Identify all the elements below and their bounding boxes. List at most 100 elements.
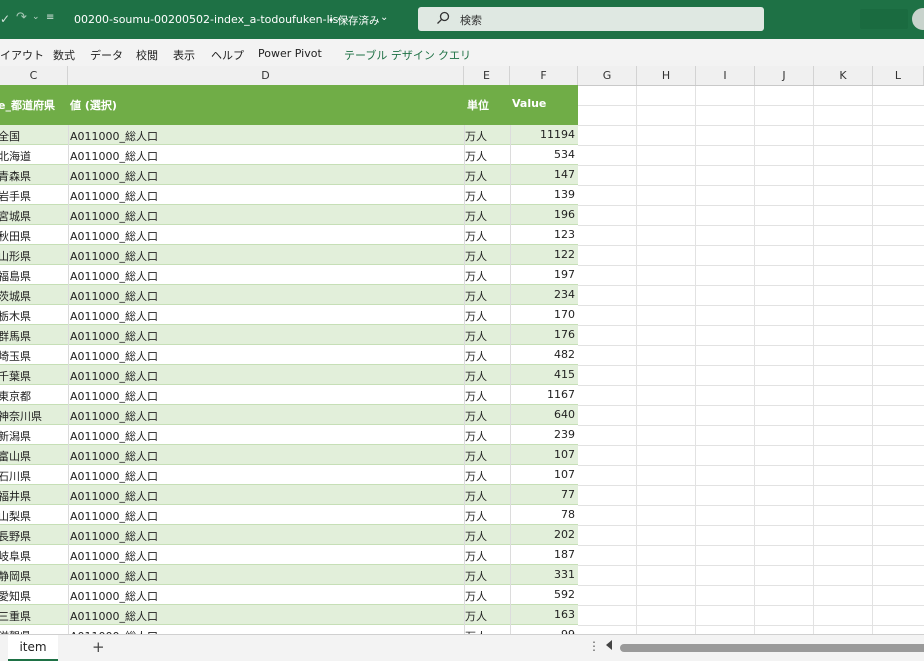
cell-prefecture[interactable]: 全国 [0, 128, 20, 144]
redo-icon[interactable]: ↷ [16, 10, 27, 25]
column-header-l[interactable]: L [873, 66, 924, 85]
cell-value-code[interactable]: A011000_総人口 [70, 528, 158, 544]
cell-prefecture[interactable]: 富山県 [0, 448, 31, 464]
tab-power-pivot[interactable]: Power Pivot [258, 47, 322, 60]
cell-unit[interactable]: 万人 [465, 188, 487, 204]
cell-value[interactable]: 640 [554, 408, 575, 421]
cell-value[interactable]: 147 [554, 168, 575, 181]
cell-value-code[interactable]: A011000_総人口 [70, 188, 158, 204]
table-row[interactable]: 長野県 A011000_総人口 万人 202 [0, 525, 578, 545]
table-row[interactable]: 新潟県 A011000_総人口 万人 239 [0, 425, 578, 445]
cell-prefecture[interactable]: 新潟県 [0, 428, 31, 444]
cell-unit[interactable]: 万人 [465, 448, 487, 464]
cell-unit[interactable]: 万人 [465, 128, 487, 144]
cell-value[interactable]: 239 [554, 428, 575, 441]
cell-unit[interactable]: 万人 [465, 488, 487, 504]
cell-value-code[interactable]: A011000_総人口 [70, 608, 158, 624]
table-row[interactable]: 石川県 A011000_総人口 万人 107 [0, 465, 578, 485]
column-header-c[interactable]: C [0, 66, 68, 85]
table-row[interactable]: 秋田県 A011000_総人口 万人 123 [0, 225, 578, 245]
cell-prefecture[interactable]: 三重県 [0, 608, 31, 624]
undo-icon[interactable]: ✓ [0, 12, 10, 26]
cell-value-code[interactable]: A011000_総人口 [70, 468, 158, 484]
table-row[interactable]: 北海道 A011000_総人口 万人 534 [0, 145, 578, 165]
cell-prefecture[interactable]: 福島県 [0, 268, 31, 284]
cell-value-code[interactable]: A011000_総人口 [70, 508, 158, 524]
cell-value-code[interactable]: A011000_総人口 [70, 148, 158, 164]
cell-value-code[interactable]: A011000_総人口 [70, 368, 158, 384]
column-header-j[interactable]: J [755, 66, 814, 85]
cell-prefecture[interactable]: 栃木県 [0, 308, 31, 324]
cell-prefecture[interactable]: 岐阜県 [0, 548, 31, 564]
cell-prefecture[interactable]: 岩手県 [0, 188, 31, 204]
table-row[interactable]: 神奈川県 A011000_総人口 万人 640 [0, 405, 578, 425]
table-row[interactable]: 茨城県 A011000_総人口 万人 234 [0, 285, 578, 305]
redo-dropdown-icon[interactable]: ⌄ [32, 12, 40, 22]
table-row[interactable]: 東京都 A011000_総人口 万人 1167 [0, 385, 578, 405]
cell-prefecture[interactable]: 埼玉県 [0, 348, 31, 364]
column-header-f[interactable]: F [510, 66, 578, 85]
cell-prefecture[interactable]: 群馬県 [0, 328, 31, 344]
cell-prefecture[interactable]: 茨城県 [0, 288, 31, 304]
cell-value-code[interactable]: A011000_総人口 [70, 488, 158, 504]
sheet-tab-item[interactable]: item [8, 635, 58, 661]
cell-value-code[interactable]: A011000_総人口 [70, 308, 158, 324]
tab-formulas[interactable]: 数式 [53, 47, 75, 63]
table-row[interactable]: 愛知県 A011000_総人口 万人 592 [0, 585, 578, 605]
header-value[interactable]: Value [512, 97, 546, 110]
cell-value-code[interactable]: A011000_総人口 [70, 588, 158, 604]
save-status[interactable]: • 保存済み [328, 13, 380, 28]
cell-prefecture[interactable]: 長野県 [0, 528, 31, 544]
more-options-icon[interactable]: ⋮ [588, 639, 600, 653]
horizontal-scrollbar[interactable] [620, 644, 924, 652]
cell-unit[interactable]: 万人 [465, 588, 487, 604]
cell-value-code[interactable]: A011000_総人口 [70, 388, 158, 404]
cell-unit[interactable]: 万人 [465, 148, 487, 164]
cell-prefecture[interactable]: 東京都 [0, 388, 31, 404]
cell-value[interactable]: 197 [554, 268, 575, 281]
cell-value[interactable]: 77 [561, 488, 575, 501]
column-header-k[interactable]: K [814, 66, 873, 85]
cell-prefecture[interactable]: 千葉県 [0, 368, 31, 384]
tab-table-design[interactable]: テーブル デザイン [344, 47, 435, 63]
table-row[interactable]: 福井県 A011000_総人口 万人 77 [0, 485, 578, 505]
cell-value[interactable]: 187 [554, 548, 575, 561]
cell-value-code[interactable]: A011000_総人口 [70, 428, 158, 444]
cell-unit[interactable]: 万人 [465, 248, 487, 264]
cell-unit[interactable]: 万人 [465, 268, 487, 284]
cell-value-code[interactable]: A011000_総人口 [70, 288, 158, 304]
cell-value[interactable]: 176 [554, 328, 575, 341]
search-box[interactable]: 検索 [418, 7, 764, 31]
table-row[interactable]: 岐阜県 A011000_総人口 万人 187 [0, 545, 578, 565]
cell-unit[interactable]: 万人 [465, 468, 487, 484]
quick-access-menu-icon[interactable]: ≡ [46, 12, 54, 23]
cell-unit[interactable]: 万人 [465, 508, 487, 524]
cell-value-code[interactable]: A011000_総人口 [70, 208, 158, 224]
cell-value[interactable]: 592 [554, 588, 575, 601]
tab-page-layout[interactable]: イアウト [0, 47, 44, 63]
cell-prefecture[interactable]: 青森県 [0, 168, 31, 184]
cell-value[interactable]: 534 [554, 148, 575, 161]
tab-query[interactable]: クエリ [438, 47, 471, 63]
tab-review[interactable]: 校閲 [136, 47, 158, 63]
column-header-g[interactable]: G [578, 66, 637, 85]
column-header-e[interactable]: E [464, 66, 510, 85]
header-unit[interactable]: 単位 [467, 97, 489, 113]
cell-value[interactable]: 139 [554, 188, 575, 201]
cell-prefecture[interactable]: 山形県 [0, 248, 31, 264]
cell-prefecture[interactable]: 福井県 [0, 488, 31, 504]
cell-prefecture[interactable]: 石川県 [0, 468, 31, 484]
table-row[interactable]: 三重県 A011000_総人口 万人 163 [0, 605, 578, 625]
cell-unit[interactable]: 万人 [465, 168, 487, 184]
header-value-select[interactable]: 値 (選択) [70, 97, 117, 113]
table-row[interactable]: 富山県 A011000_総人口 万人 107 [0, 445, 578, 465]
tab-view[interactable]: 表示 [173, 47, 195, 63]
cell-unit[interactable]: 万人 [465, 548, 487, 564]
column-header-d[interactable]: D [68, 66, 464, 85]
cell-value[interactable]: 107 [554, 448, 575, 461]
cell-value[interactable]: 415 [554, 368, 575, 381]
column-header-i[interactable]: I [696, 66, 755, 85]
save-status-dropdown-icon[interactable]: ⌄ [380, 12, 388, 23]
cell-prefecture[interactable]: 神奈川県 [0, 408, 42, 424]
table-row[interactable]: 青森県 A011000_総人口 万人 147 [0, 165, 578, 185]
